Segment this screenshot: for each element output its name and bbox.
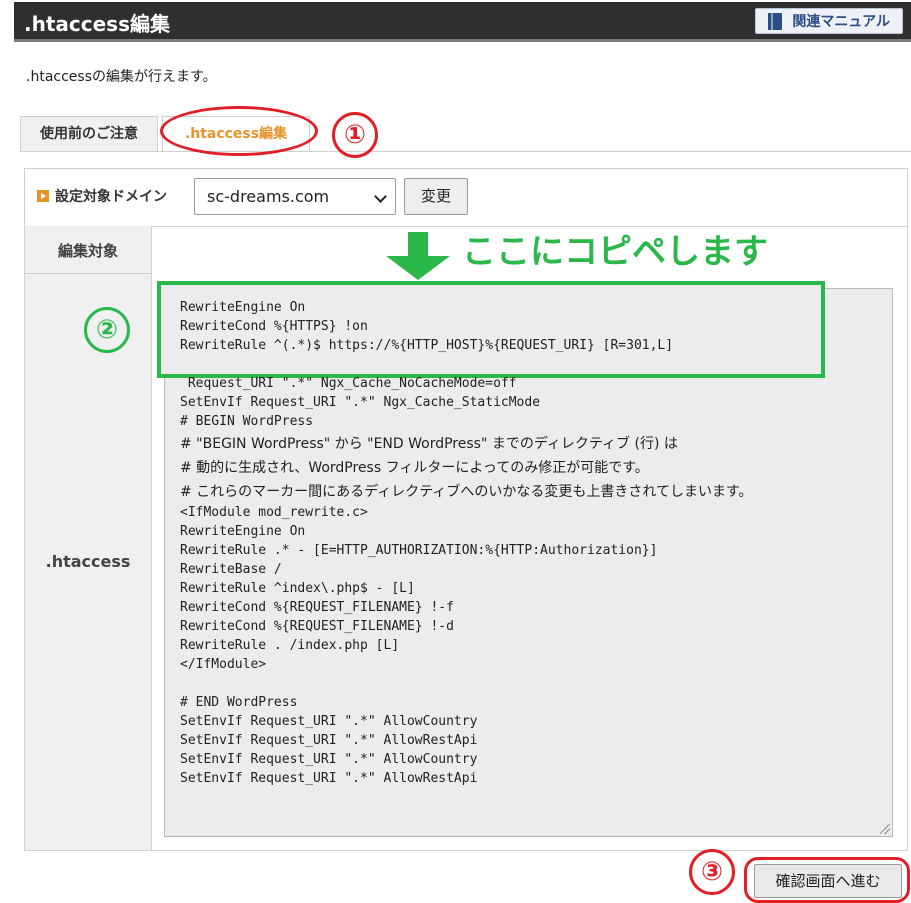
label-divider	[25, 273, 151, 274]
code-line: RewriteRule ^(.*)$ https://%{HTTP_HOST}%…	[180, 338, 674, 353]
code-line: # "BEGIN WordPress" から "END WordPress" ま…	[180, 436, 678, 452]
code-line: </IfModule>	[180, 657, 267, 672]
related-manual-label: 関連マニュアル	[792, 14, 890, 30]
domain-select-value: sc-dreams.com	[207, 187, 330, 206]
code-line: # これらのマーカー間にあるディレクティブへのいかなる変更も上書きされてしまいま…	[180, 484, 753, 500]
code-line: RewriteCond %{REQUEST_FILENAME} !-f	[180, 600, 454, 615]
code-line: SetEnvIf Request_URI ".*" Ngx_Cache_Stat…	[180, 395, 541, 410]
step2-marker: ②	[84, 307, 130, 353]
domain-label-text: 設定対象ドメイン	[55, 189, 167, 205]
step1-marker: ①	[332, 112, 378, 158]
code-line: RewriteRule ^index\.php$ - [L]	[180, 581, 415, 596]
htaccess-label: .htaccess	[45, 552, 131, 571]
arrow-down-icon	[386, 232, 450, 280]
page-header: .htaccess編集 関連マニュアル	[14, 2, 911, 42]
code-line: SetEnvIf Request_URI ".*" AllowRestApi	[180, 733, 478, 748]
paste-here-caption: ここにコピペします	[462, 232, 768, 272]
step3-marker: ③	[689, 849, 735, 895]
code-line: SetEnvIf Request_URI ".*" AllowCountry	[180, 714, 478, 729]
triangle-bullet-icon	[37, 190, 49, 202]
code-line: RewriteCond %{HTTPS} !on	[180, 319, 368, 334]
change-domain-button[interactable]: 変更	[404, 178, 468, 215]
domain-row: 設定対象ドメイン sc-dreams.com 変更	[25, 169, 907, 227]
code-line: <IfModule mod_rewrite.c>	[180, 505, 368, 520]
code-line: Request_URI ".*" Ngx_Cache_NoCacheMode=o…	[180, 376, 517, 391]
code-line: RewriteEngine On	[180, 300, 306, 315]
proceed-to-confirm-button[interactable]: 確認画面へ進む	[754, 864, 902, 898]
tab-precautions[interactable]: 使用前のご注意	[20, 116, 158, 152]
code-line: RewriteEngine On	[180, 524, 306, 539]
chevron-down-icon	[374, 190, 387, 203]
code-line: # BEGIN WordPress	[180, 414, 314, 429]
domain-label: 設定対象ドメイン	[37, 186, 167, 206]
book-icon	[768, 13, 783, 30]
code-line: SetEnvIf Request_URI ".*" AllowRestApi	[180, 771, 478, 786]
code-line: RewriteCond %{REQUEST_FILENAME} !-d	[180, 619, 454, 634]
code-line: # 動的に生成され、WordPress フィルターによってのみ修正が可能です。	[180, 460, 649, 476]
edit-target-label: 編集対象	[57, 242, 118, 260]
related-manual-button[interactable]: 関連マニュアル	[755, 8, 903, 34]
code-line: # END WordPress	[180, 695, 298, 710]
resize-grip-icon[interactable]	[880, 824, 890, 834]
code-line: RewriteBase /	[180, 562, 282, 577]
page-title: .htaccess編集	[24, 12, 170, 36]
domain-select[interactable]: sc-dreams.com	[194, 178, 396, 215]
code-line: SetEnvIf Request_URI ".*" AllowCountry	[180, 752, 478, 767]
tab-highlight-oval	[160, 106, 318, 156]
code-line: RewriteRule .* - [E=HTTP_AUTHORIZATION:%…	[180, 543, 658, 558]
code-line: RewriteRule . /index.php [L]	[180, 638, 400, 653]
page-description: .htaccessの編集が行えます。	[26, 69, 217, 85]
tab-divider	[20, 151, 911, 152]
